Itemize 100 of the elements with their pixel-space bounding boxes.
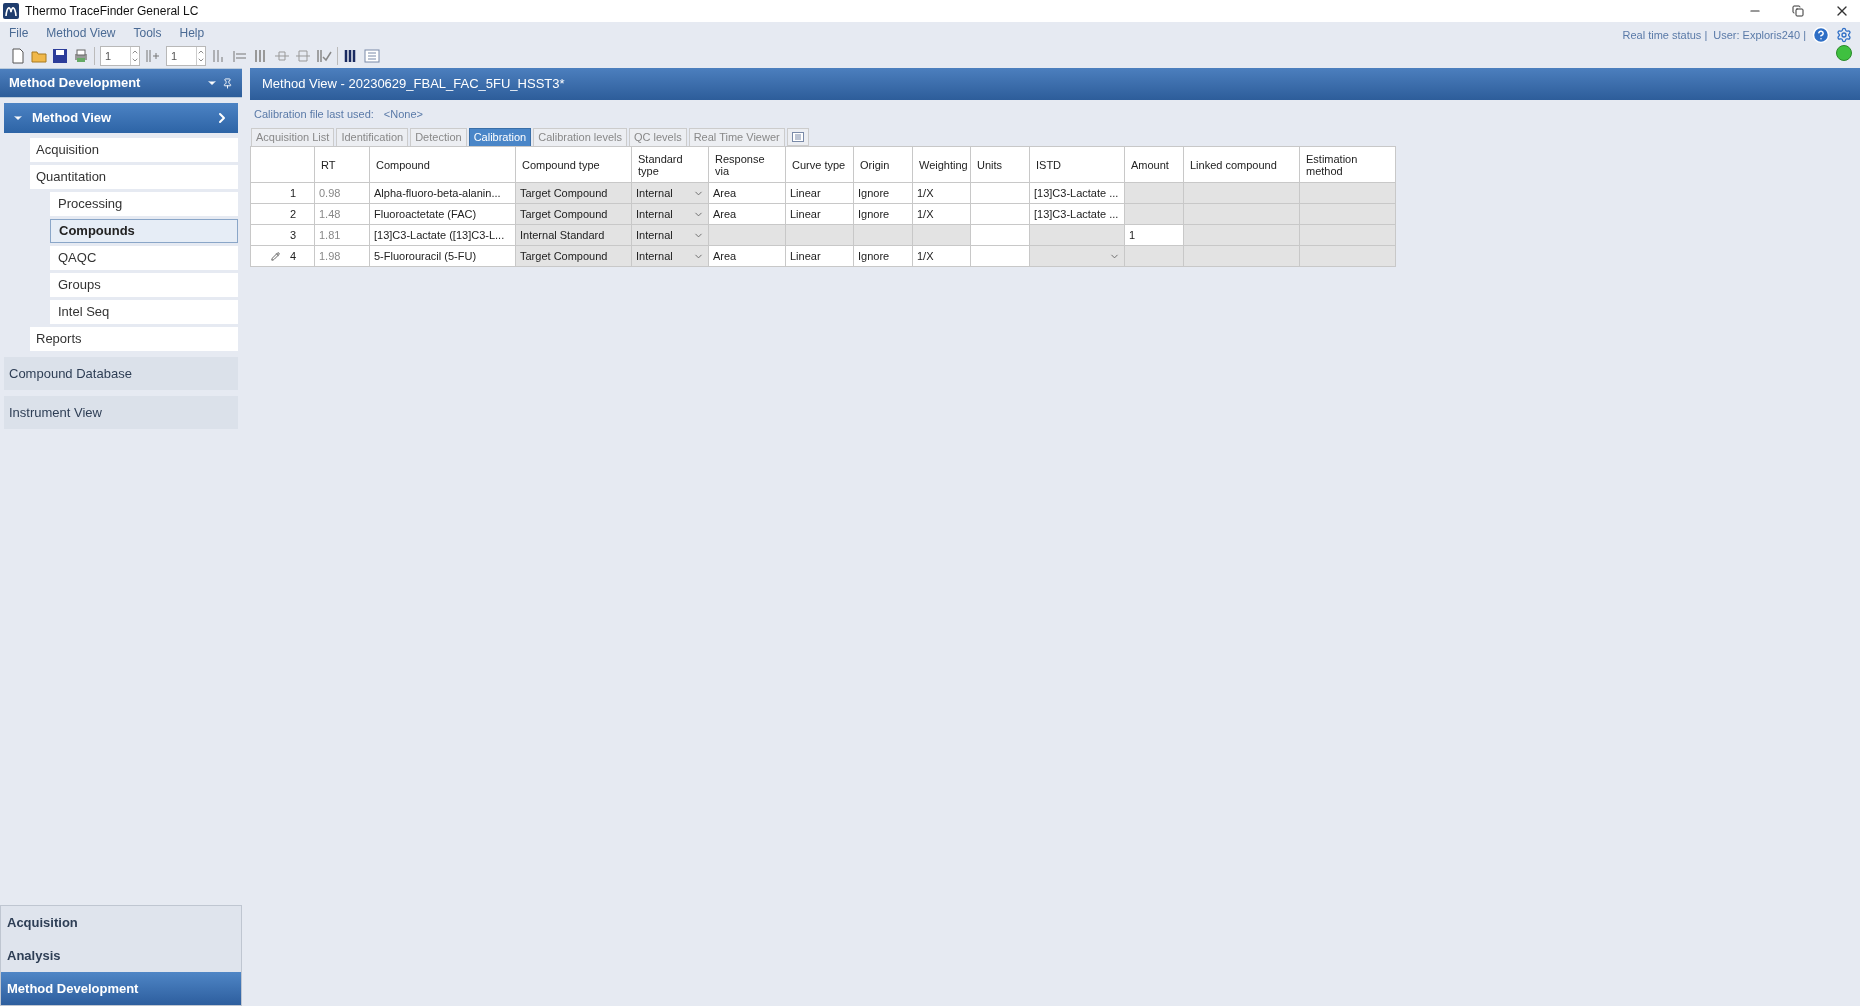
tree-item[interactable]: Processing <box>50 192 238 216</box>
save-icon[interactable] <box>52 48 68 64</box>
row-header[interactable]: 3 <box>251 225 315 246</box>
number-spinner[interactable]: 1 <box>166 46 206 66</box>
merge-icon[interactable] <box>295 48 311 64</box>
column-header[interactable]: Standard type <box>632 147 709 183</box>
pin-icon[interactable] <box>222 77 233 89</box>
table-cell: [13]C3-Lactate ([13]C3-L... <box>370 225 516 246</box>
table-cell: Ignore <box>854 246 913 267</box>
user-label: User: Exploris240 | <box>1713 27 1806 43</box>
edit-icon <box>270 251 280 261</box>
table-cell: Ignore <box>854 183 913 204</box>
table-cell: Internal Standard <box>516 225 632 246</box>
calibration-value: <None> <box>383 106 423 122</box>
insert-column-icon[interactable] <box>145 48 161 64</box>
spin-down-icon[interactable] <box>131 56 139 64</box>
table-cell: 1.48 <box>315 204 370 225</box>
menu-item[interactable]: Tools <box>133 24 162 42</box>
restore-icon[interactable] <box>1792 5 1804 17</box>
column-header[interactable]: Curve type <box>786 147 854 183</box>
row-header[interactable]: 2 <box>251 204 315 225</box>
spin-down-icon[interactable] <box>197 56 205 64</box>
table-cell: Linear <box>786 204 854 225</box>
table-cell: 1/X <box>913 246 971 267</box>
table-cell: 1/X <box>913 204 971 225</box>
table-cell: 1/X <box>913 183 971 204</box>
column-header[interactable]: ISTD <box>1030 147 1125 183</box>
group-title: Method View <box>32 109 113 128</box>
window-title: Thermo TraceFinder General LC <box>25 3 199 20</box>
table-cell: Area <box>709 246 786 267</box>
list-icon[interactable] <box>364 48 380 64</box>
spin-up-icon[interactable] <box>131 48 139 56</box>
column-header[interactable]: Linked compound <box>1184 147 1300 183</box>
menu-item[interactable]: Help <box>179 24 205 42</box>
tree-item[interactable]: Acquisition <box>30 138 238 162</box>
table-cell: 0.98 <box>315 183 370 204</box>
help-icon[interactable] <box>1812 26 1830 44</box>
table-cell: Target Compound <box>516 183 632 204</box>
settings-icon[interactable] <box>1836 27 1852 43</box>
table-cell: [13]C3-Lactate ... <box>1030 183 1125 204</box>
number-spinner[interactable]: 1 <box>100 46 140 66</box>
split-icon[interactable] <box>274 48 290 64</box>
row-number: 4 <box>289 248 296 264</box>
row-header[interactable]: 4 <box>251 246 315 267</box>
column-header[interactable]: Origin <box>854 147 913 183</box>
dropdown-cell[interactable]: Internal <box>632 246 709 267</box>
nav-item[interactable]: Analysis <box>1 939 241 972</box>
table-cell: Target Compound <box>516 204 632 225</box>
calibration-label: Calibration file last used: <box>254 106 374 122</box>
table-cell: Area <box>709 183 786 204</box>
table-cell: 5-Fluorouracil (5-FU) <box>370 246 516 267</box>
row-number: 1 <box>289 185 296 201</box>
open-folder-icon[interactable] <box>31 48 47 64</box>
dropdown-cell[interactable] <box>1030 246 1125 267</box>
column-header[interactable]: Weighting <box>913 147 971 183</box>
check-list-icon[interactable] <box>316 48 332 64</box>
tab[interactable]: Calibration <box>468 128 532 146</box>
column-header[interactable]: Amount <box>1125 147 1184 183</box>
table-cell: [13]C3-Lactate ... <box>1030 204 1125 225</box>
column-header[interactable]: Response via <box>709 147 786 183</box>
section-header[interactable]: Instrument View <box>4 396 238 429</box>
nav-item[interactable]: Method Development <box>1 972 241 1005</box>
column-header[interactable]: RT <box>315 147 370 183</box>
printer-icon[interactable] <box>73 48 89 64</box>
real-time-status-link[interactable]: Real time status | <box>1622 26 1708 44</box>
tree-item[interactable]: Groups <box>50 273 238 297</box>
table-cell: Linear <box>786 183 854 204</box>
tree-item[interactable]: Compounds <box>50 219 238 243</box>
menu-item[interactable]: File <box>9 24 29 42</box>
table-cell: Fluoroactetate (FAC) <box>370 204 516 225</box>
view-title: Method View - 20230629_FBAL_FAC_5FU_HSST3* <box>262 75 565 94</box>
column-header[interactable]: Estimation method <box>1300 147 1396 183</box>
panel-title: Method Development <box>9 74 142 93</box>
table-cell: 1 <box>1125 225 1184 246</box>
status-indicator-icon <box>1836 45 1852 61</box>
dropdown-cell[interactable]: Internal <box>632 225 709 246</box>
menu-item[interactable]: Method View <box>46 24 116 42</box>
tab-menu-button[interactable] <box>786 128 809 146</box>
list-icon <box>791 132 804 142</box>
column-header[interactable]: Compound type <box>516 147 632 183</box>
group-header[interactable]: Method View <box>4 103 238 133</box>
tree-item[interactable]: Reports <box>30 327 238 351</box>
tree-item[interactable]: Intel Seq <box>50 300 238 324</box>
section-header[interactable]: Compound Database <box>4 357 238 390</box>
table-cell: Target Compound <box>516 246 632 267</box>
dropdown-cell[interactable]: Internal <box>632 183 709 204</box>
nav-item[interactable]: Acquisition <box>1 906 241 939</box>
rows-icon[interactable] <box>232 48 248 64</box>
column-header[interactable]: Compound <box>370 147 516 183</box>
table-cell: 1.81 <box>315 225 370 246</box>
dropdown-cell[interactable]: Internal <box>632 204 709 225</box>
tree-item[interactable]: Quantitation <box>30 165 238 189</box>
spin-up-icon[interactable] <box>197 48 205 56</box>
row-number: 3 <box>289 227 296 243</box>
table-cell: Area <box>709 204 786 225</box>
column-header[interactable]: Units <box>971 147 1030 183</box>
new-file-icon[interactable] <box>10 48 26 64</box>
table-cell: Alpha-fluoro-beta-alanin... <box>370 183 516 204</box>
tree-item[interactable]: QAQC <box>50 246 238 270</box>
row-header[interactable]: 1 <box>251 183 315 204</box>
